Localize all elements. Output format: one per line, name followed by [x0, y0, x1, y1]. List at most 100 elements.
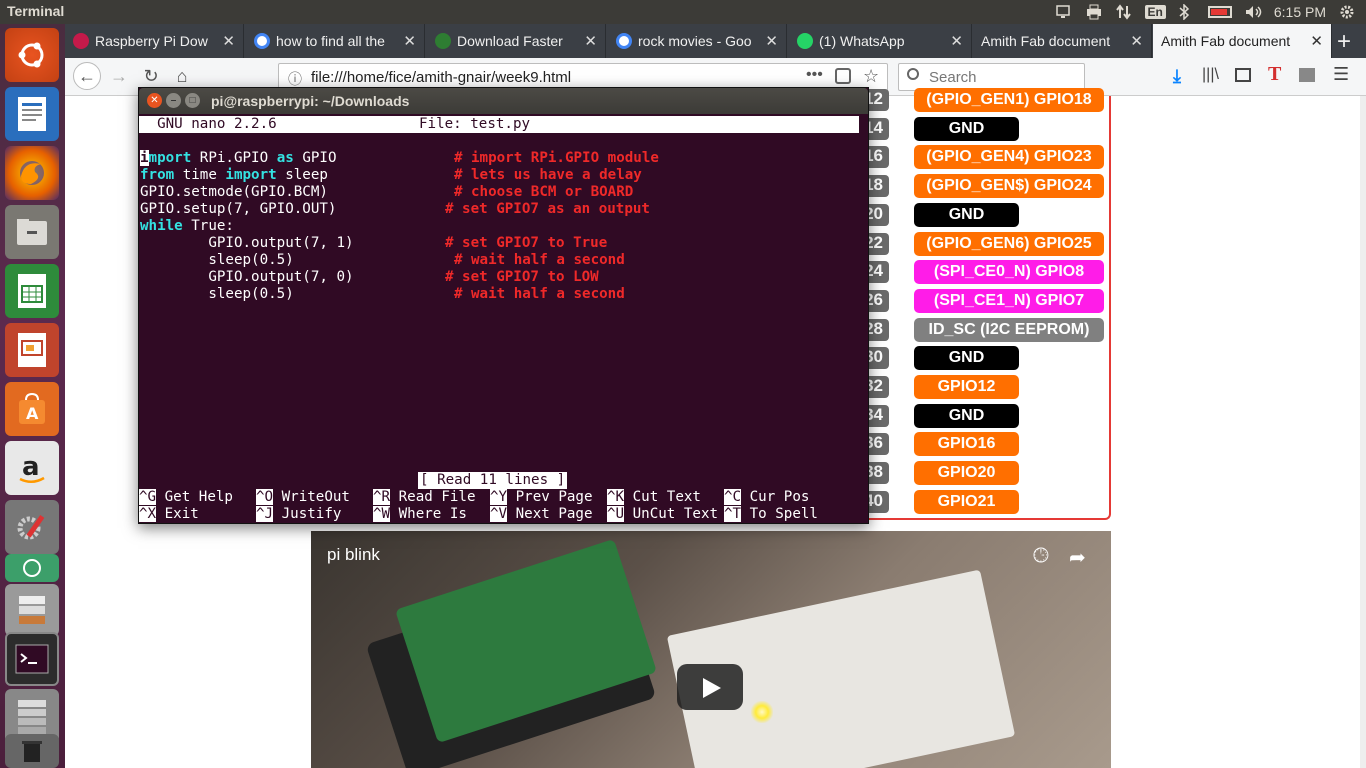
pin-label: (SPI_CE1_N) GPIO7	[914, 288, 1104, 313]
shortcut-item: ^O WriteOut	[256, 489, 350, 506]
shortcut-key: ^C	[724, 489, 742, 505]
volume-icon[interactable]	[1244, 4, 1262, 20]
close-icon[interactable]: ✕	[403, 32, 416, 50]
libreoffice-calc-icon[interactable]	[5, 264, 59, 318]
tab-label: Amith Fab document	[1161, 33, 1291, 49]
app-title: Terminal	[7, 3, 65, 19]
tab-strip: Raspberry Pi Dow ✕ how to find all the ✕…	[65, 24, 1366, 58]
system-tray: En 6:15 PM	[1055, 0, 1366, 24]
menu-icon[interactable]: ☰	[1333, 64, 1349, 85]
stacked-apps-icon[interactable]	[5, 584, 59, 636]
shortcut-label: Prev Page	[507, 489, 593, 505]
shortcut-key: ^R	[373, 489, 391, 505]
close-window-button[interactable]: ✕	[147, 93, 162, 108]
close-icon[interactable]: ✕	[765, 32, 778, 50]
pocket-icon[interactable]	[835, 68, 851, 84]
close-icon[interactable]: ✕	[950, 32, 963, 50]
tab-amith-fab-document[interactable]: Amith Fab document ✕	[973, 24, 1152, 58]
download-icon	[435, 33, 451, 49]
tab-rock-movies[interactable]: rock movies - Goo ✕	[608, 24, 787, 58]
search-icon	[907, 68, 919, 80]
page-actions-icon[interactable]: •••	[806, 66, 823, 84]
tab-whatsapp[interactable]: (1) WhatsApp ✕	[789, 24, 972, 58]
unity-launcher: A a	[0, 24, 65, 768]
code-keyword: import	[225, 167, 277, 183]
extension-t-icon[interactable]: T	[1268, 63, 1281, 86]
tab-label: Download Faster	[457, 33, 563, 49]
libreoffice-impress-icon[interactable]	[5, 323, 59, 377]
code-text: sleep	[276, 167, 328, 183]
back-button[interactable]: ←	[73, 62, 101, 90]
keyboard-language-indicator[interactable]: En	[1144, 5, 1166, 19]
close-icon[interactable]: ✕	[1130, 32, 1143, 50]
app-icon[interactable]	[5, 554, 59, 582]
home-button[interactable]: ⌂	[168, 62, 196, 90]
battery-icon[interactable]	[1207, 6, 1232, 18]
new-tab-button[interactable]: +	[1337, 28, 1351, 56]
clock[interactable]: 6:15 PM	[1274, 4, 1326, 20]
shortcut-key: ^T	[724, 506, 742, 522]
nano-header: GNU nano 2.2.6 File: test.py	[139, 116, 859, 133]
transfer-arrows-icon[interactable]	[1115, 4, 1133, 20]
url-text[interactable]: file:///home/fice/amith-gnair/week9.html	[311, 69, 571, 86]
shortcut-label: Get Help	[156, 489, 233, 505]
tab-download-faster[interactable]: Download Faster ✕	[427, 24, 606, 58]
files-icon[interactable]	[5, 205, 59, 259]
shortcut-key: ^V	[490, 506, 508, 522]
trash-icon[interactable]	[5, 734, 59, 768]
network-icon[interactable]	[1055, 4, 1073, 20]
shortcut-item: ^G Get Help	[139, 489, 233, 506]
gear-icon[interactable]	[1338, 4, 1356, 20]
terminal-icon[interactable]	[5, 632, 59, 686]
bookmark-star-icon[interactable]: ☆	[863, 66, 879, 87]
nano-editor[interactable]: GNU nano 2.2.6 File: test.py import RPi.…	[139, 114, 868, 524]
video-frame-led	[751, 701, 773, 723]
info-icon[interactable]: ⓘ	[288, 69, 302, 89]
svg-text:A: A	[26, 404, 39, 423]
video-title[interactable]: pi blink	[327, 545, 380, 565]
extension-icon[interactable]	[1299, 68, 1315, 82]
tab-how-to-find[interactable]: how to find all the ✕	[246, 24, 425, 58]
close-icon[interactable]: ✕	[584, 32, 597, 50]
tab-label: rock movies - Goo	[638, 33, 752, 49]
software-center-icon[interactable]: A	[5, 382, 59, 436]
tab-raspberry-pi-download[interactable]: Raspberry Pi Dow ✕	[65, 24, 244, 58]
maximize-window-button[interactable]: □	[185, 93, 200, 108]
bluetooth-icon[interactable]	[1178, 3, 1196, 21]
reload-button[interactable]: ↻	[137, 62, 165, 90]
terminal-titlebar[interactable]: ✕ – □ pi@raspberrypi: ~/Downloads	[139, 88, 868, 114]
page-scrollbar[interactable]	[1360, 96, 1366, 768]
system-settings-icon[interactable]	[5, 500, 59, 554]
close-icon[interactable]: ✕	[1310, 32, 1323, 50]
share-icon[interactable]: ➦	[1069, 545, 1086, 570]
firefox-icon[interactable]	[5, 146, 59, 200]
shortcut-label: Where Is	[390, 506, 467, 522]
code-comment: # set GPIO7 to True	[444, 235, 608, 251]
video-player[interactable]: pi blink 🕒︎ ➦	[311, 531, 1111, 768]
search-input[interactable]: Search	[898, 63, 1085, 91]
code-text: time	[174, 167, 226, 183]
amazon-icon[interactable]: a	[5, 441, 59, 495]
tab-amith-fab-document-active[interactable]: Amith Fab document ✕	[1153, 24, 1332, 58]
forward-button[interactable]: →	[105, 62, 133, 90]
shortcut-key: ^J	[256, 506, 274, 522]
downloads-icon[interactable]: ⤓	[1173, 66, 1181, 87]
watch-later-icon[interactable]: 🕒︎	[1033, 545, 1049, 568]
printer-icon[interactable]	[1085, 4, 1103, 20]
shortcut-label: Read File	[390, 489, 476, 505]
library-icon[interactable]: |||\	[1202, 66, 1219, 84]
code-keyword: from	[140, 167, 175, 183]
play-button[interactable]	[677, 664, 743, 710]
code-comment: # lets us have a delay	[453, 167, 642, 183]
ubuntu-dash-icon[interactable]	[5, 28, 59, 82]
shortcut-label: To Spell	[741, 506, 818, 522]
minimize-window-button[interactable]: –	[166, 93, 181, 108]
shortcut-item: ^C Cur Pos	[724, 489, 809, 506]
code-line: import RPi.GPIO as GPIO	[140, 150, 337, 167]
shortcut-key: ^G	[139, 489, 157, 505]
shortcut-item: ^V Next Page	[490, 506, 593, 523]
tab-label: how to find all the	[276, 33, 385, 49]
close-icon[interactable]: ✕	[222, 32, 235, 50]
sidebar-icon[interactable]	[1235, 68, 1251, 82]
libreoffice-writer-icon[interactable]	[5, 87, 59, 141]
